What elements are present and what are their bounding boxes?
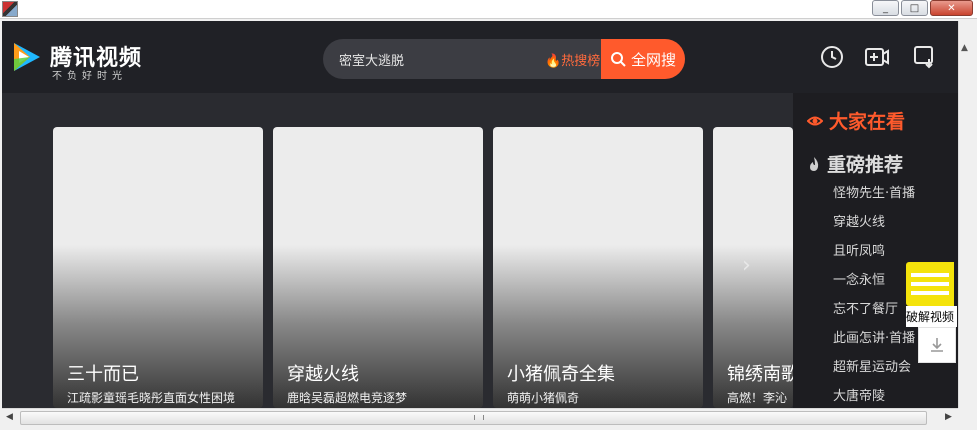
menu-icon[interactable] bbox=[906, 262, 954, 306]
download-screen-icon[interactable] bbox=[912, 44, 938, 70]
scrollbar-corner bbox=[958, 408, 977, 430]
carousel-card[interactable]: 小猪佩奇全集 萌萌小猪佩奇 bbox=[493, 127, 703, 408]
window-titlebar: _ □ ✕ bbox=[0, 0, 977, 19]
list-item[interactable]: 忘不了餐厅 bbox=[833, 299, 915, 328]
flame-icon: 🔥 bbox=[545, 54, 562, 69]
panel-heading-recommend[interactable]: 重磅推荐 bbox=[807, 150, 903, 177]
search-icon bbox=[610, 52, 626, 67]
search-button[interactable]: 全网搜 bbox=[601, 39, 685, 79]
list-item[interactable]: 大唐帝陵 bbox=[833, 386, 915, 408]
app-content: 腾讯视频 不负好时光 密室大逃脱 🔥热搜榜 全网搜 三十而已 江疏影童瑶毛晓彤直… bbox=[2, 21, 972, 408]
top-header: 腾讯视频 不负好时光 密室大逃脱 🔥热搜榜 全网搜 bbox=[2, 21, 972, 93]
card-subtitle: 高燃！李沁 bbox=[727, 391, 788, 405]
search-bar[interactable]: 密室大逃脱 🔥热搜榜 全网搜 bbox=[323, 39, 685, 79]
panel-heading-watching-label: 大家在看 bbox=[829, 111, 906, 133]
horizontal-scrollbar[interactable]: ◀ ▶ bbox=[2, 408, 958, 426]
recommend-list: 怪物先生·首播 穿越火线 且听凤鸣 一念永恒 忘不了餐厅 此画怎讲·首播 超新星… bbox=[833, 183, 915, 408]
scroll-left-icon[interactable]: ◀ bbox=[6, 412, 13, 422]
panel-heading-recommend-label: 重磅推荐 bbox=[827, 154, 904, 176]
app-window-icon[interactable] bbox=[2, 1, 18, 17]
minimize-button[interactable]: _ bbox=[872, 0, 899, 16]
crack-video-widget[interactable]: 破解视频 bbox=[906, 262, 957, 368]
crack-video-label[interactable]: 破解视频 bbox=[906, 306, 957, 327]
carousel-card[interactable]: 三十而已 江疏影童瑶毛晓彤直面女性困境 bbox=[53, 127, 263, 408]
carousel-card[interactable]: 穿越火线 鹿晗吴磊超燃电竞逐梦 bbox=[273, 127, 483, 408]
carousel-card[interactable]: 锦绣南歌 高燃！李沁 bbox=[713, 127, 793, 408]
upload-video-icon[interactable] bbox=[864, 44, 890, 70]
card-subtitle: 萌萌小猪佩奇 bbox=[507, 391, 580, 405]
scrollbar-thumb[interactable] bbox=[20, 411, 927, 425]
scroll-up-icon[interactable]: ▲ bbox=[961, 43, 968, 53]
history-icon[interactable] bbox=[819, 44, 845, 70]
eye-icon bbox=[807, 116, 823, 125]
list-item[interactable]: 且听凤鸣 bbox=[833, 241, 915, 270]
search-input[interactable]: 密室大逃脱 bbox=[339, 50, 404, 69]
download-icon[interactable] bbox=[918, 327, 956, 363]
panel-heading-watching[interactable]: 大家在看 bbox=[807, 107, 905, 134]
flame-icon bbox=[810, 156, 819, 171]
list-item[interactable]: 此画怎讲·首播 bbox=[833, 328, 915, 357]
carousel-next-icon[interactable]: › bbox=[742, 253, 751, 278]
list-item[interactable]: 一念永恒 bbox=[833, 270, 915, 299]
card-title: 锦绣南歌 bbox=[727, 364, 793, 385]
card-title: 小猪佩奇全集 bbox=[507, 364, 615, 385]
list-item[interactable]: 怪物先生·首播 bbox=[833, 183, 915, 212]
maximize-button[interactable]: □ bbox=[901, 0, 928, 16]
hot-search-label: 热搜榜 bbox=[561, 54, 601, 69]
brand-slogan: 不负好时光 bbox=[52, 71, 127, 82]
list-item[interactable]: 超新星运动会 bbox=[833, 357, 915, 386]
card-subtitle: 江疏影童瑶毛晓彤直面女性困境 bbox=[67, 391, 236, 405]
search-button-label: 全网搜 bbox=[630, 50, 676, 69]
tencent-video-logo-icon[interactable] bbox=[8, 39, 44, 75]
scroll-right-icon[interactable]: ▶ bbox=[945, 412, 952, 422]
list-item[interactable]: 穿越火线 bbox=[833, 212, 915, 241]
window-controls: _ □ ✕ bbox=[872, 0, 973, 16]
vertical-scrollbar[interactable]: ▲ bbox=[958, 21, 972, 408]
card-title: 穿越火线 bbox=[287, 364, 359, 385]
card-subtitle: 鹿晗吴磊超燃电竞逐梦 bbox=[287, 391, 408, 405]
hot-search-link[interactable]: 🔥热搜榜 bbox=[545, 50, 600, 69]
close-button[interactable]: ✕ bbox=[930, 0, 973, 16]
card-title: 三十而已 bbox=[67, 364, 139, 385]
